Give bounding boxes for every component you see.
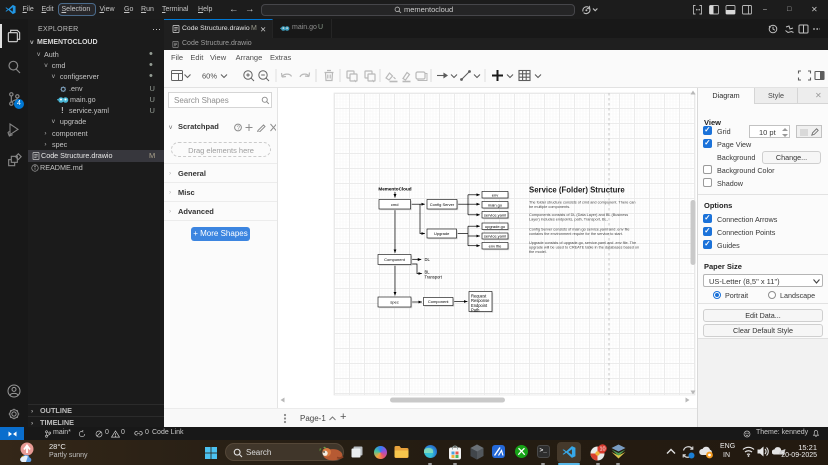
svg-text:be multiple components.: be multiple components. [529,205,570,209]
svg-text:60%: 60% [202,72,217,81]
svg-text:Component: Component [384,257,406,262]
svg-text:Config Server consists of main: Config Server consists of main.go servic… [529,228,629,232]
svg-text:Layer) includes endpoints, pat: Layer) includes endpoints, path, Transpo… [529,218,608,222]
svg-text:Transport: Transport [425,275,443,280]
svg-text:cmd: cmd [391,202,399,207]
svg-text:DL: DL [425,257,431,262]
svg-text:service.yaml: service.yaml [484,213,506,218]
svg-text:env file: env file [489,244,502,249]
svg-text:env: env [492,193,498,198]
svg-text:Component: Component [428,299,450,304]
svg-text:Upgrade consists of upgrade.go: Upgrade consists of upgrade.go, service.… [529,241,636,245]
svg-text:main.go: main.go [488,203,503,208]
svg-text:spec: spec [390,300,398,305]
svg-text:Components consists of DL (Dat: Components consists of DL (Data Layer) a… [529,213,628,217]
svg-text:contains the environment requi: contains the environment require for the… [529,232,623,236]
svg-text:MementoCloud: MementoCloud [378,187,411,192]
svg-text:Service (Folder) Structure: Service (Folder) Structure [529,186,625,195]
svg-text:the model.: the model. [529,250,547,254]
svg-text:?: ? [237,126,241,132]
svg-text:Upgrade: Upgrade [434,231,450,236]
svg-text:Config Server: Config Server [430,202,455,207]
svg-text:The folder structure consists: The folder structure consists of cmd and… [529,201,636,205]
svg-text:upgrade.go: upgrade.go [485,224,506,229]
svg-text:Path: Path [471,308,480,313]
svg-text:service.yaml: service.yaml [484,234,506,239]
svg-text:upgrade will be used to CREATE: upgrade will be used to CREATE table in … [529,246,639,250]
svg-text:10: 10 [599,447,605,453]
